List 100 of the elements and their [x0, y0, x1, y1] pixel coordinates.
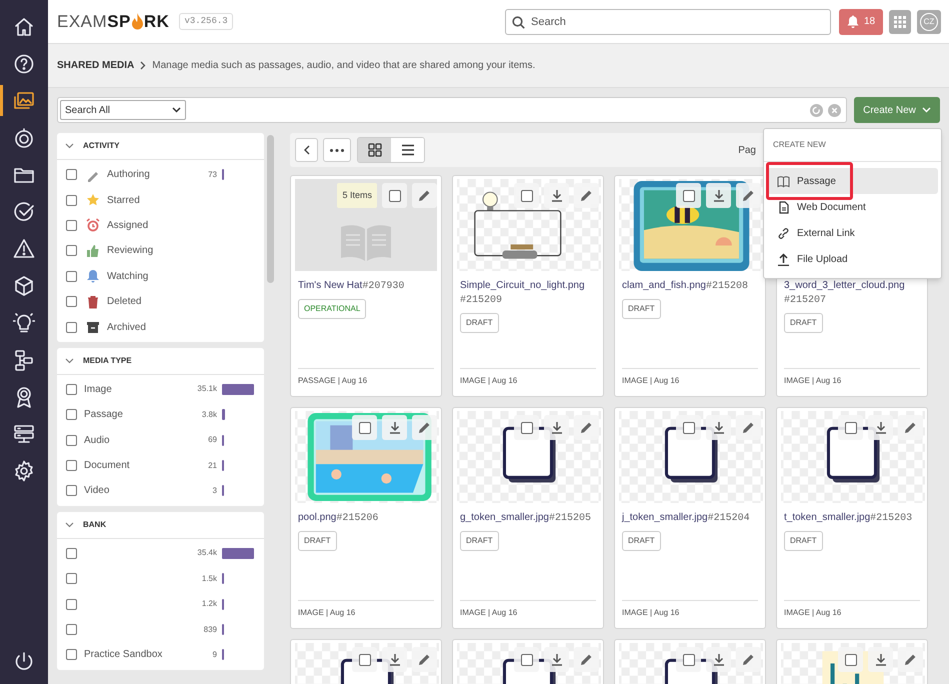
edit-button[interactable] — [898, 415, 923, 440]
download-button[interactable] — [868, 415, 893, 440]
media-card[interactable]: clam_and_fish.png#215208 DRAFT IMAGE | Aug 16 — [614, 175, 766, 397]
checkbox[interactable] — [66, 194, 77, 206]
checkbox[interactable] — [520, 422, 532, 434]
checkbox[interactable] — [844, 422, 856, 434]
media-card[interactable]: g_token_smaller.jpg#215205 DRAFT IMAGE | Aug 16 — [452, 407, 604, 629]
media-title[interactable]: clam_and_fish.png#215208 — [615, 279, 765, 294]
filter-label[interactable]: Deleted — [107, 294, 142, 310]
checkbox[interactable] — [358, 654, 370, 666]
filter-label[interactable]: Archived — [107, 320, 146, 335]
checkbox[interactable] — [66, 460, 77, 472]
edit-button[interactable] — [574, 647, 599, 672]
filter-label[interactable]: Document — [84, 458, 130, 474]
section-header[interactable]: ACTIVITY — [57, 133, 264, 160]
edit-button[interactable] — [898, 647, 923, 672]
media-title[interactable]: j_token_smaller.jpg#215204 — [615, 511, 765, 526]
scrollbar-thumb[interactable] — [267, 135, 274, 283]
checkbox[interactable] — [520, 654, 532, 666]
items-badge: 5 Items — [337, 183, 377, 208]
checkbox[interactable] — [358, 422, 370, 434]
download-button[interactable] — [382, 647, 407, 672]
filter-label[interactable]: Image — [84, 382, 112, 397]
media-title[interactable]: g_token_smaller.jpg#215205 — [453, 511, 603, 526]
edit-button[interactable] — [412, 647, 437, 672]
back-button[interactable] — [295, 138, 318, 162]
media-card[interactable]: j_token_smaller.jpg#215204 DRAFT IMAGE | Aug 16 — [614, 407, 766, 629]
media-card[interactable]: pool.png#215206 DRAFT IMAGE | Aug 16 — [290, 407, 442, 629]
checkbox[interactable] — [66, 220, 77, 231]
edit-button[interactable] — [574, 183, 599, 208]
section-header[interactable]: BANK — [57, 512, 264, 539]
media-title[interactable]: Tim's New Hat#207930 — [291, 279, 441, 294]
edit-button[interactable] — [412, 183, 437, 208]
edit-button[interactable] — [736, 183, 761, 208]
version-label: v3.256.3 — [179, 12, 233, 30]
checkbox[interactable] — [66, 649, 77, 660]
checkbox[interactable] — [66, 270, 77, 282]
count-bar — [222, 548, 254, 559]
server-icon — [13, 422, 35, 444]
checkbox[interactable] — [66, 296, 77, 308]
filter-label[interactable]: Audio — [84, 432, 110, 448]
media-title[interactable]: t_token_smaller.jpg#215203 — [777, 511, 927, 526]
menu-item[interactable]: Passage — [767, 168, 938, 194]
filter-label[interactable]: Video — [84, 483, 110, 498]
checkbox[interactable] — [682, 422, 694, 434]
media-meta: IMAGE | Aug 16 — [622, 368, 758, 396]
scope-select[interactable]: Search All — [60, 100, 186, 120]
download-button[interactable] — [382, 415, 407, 440]
checkbox[interactable] — [682, 654, 694, 666]
list-view-button[interactable] — [391, 138, 424, 162]
download-button[interactable] — [868, 647, 893, 672]
search-all-field[interactable]: Search All — [57, 97, 847, 123]
checkbox[interactable] — [66, 548, 77, 559]
download-button[interactable] — [706, 415, 731, 440]
filter-label[interactable]: Watching — [107, 268, 148, 284]
download-button[interactable] — [544, 647, 569, 672]
download-button[interactable] — [706, 647, 731, 672]
search-field[interactable]: Search — [505, 8, 831, 34]
checkbox[interactable] — [66, 169, 77, 180]
edit-button[interactable] — [736, 647, 761, 672]
download-button[interactable] — [544, 183, 569, 208]
checkbox[interactable] — [388, 190, 400, 202]
media-card[interactable]: Simple_Circuit_no_light.png #215209 DRAFT IMAGE | Aug 16 — [452, 175, 604, 397]
filter-label[interactable]: Reviewing — [107, 243, 154, 258]
checkbox[interactable] — [66, 573, 77, 584]
more-button[interactable] — [323, 138, 351, 162]
filter-label[interactable]: Practice Sandbox — [84, 647, 162, 662]
download-button[interactable] — [544, 415, 569, 440]
checkbox[interactable] — [682, 190, 694, 202]
media-title[interactable]: Simple_Circuit_no_light.png #215209 — [453, 279, 603, 308]
filter-label[interactable]: Passage — [84, 407, 123, 422]
filter-label[interactable]: Starred — [107, 192, 140, 208]
page-description: Manage media such as passages, audio, and video that are shared among your items. — [152, 59, 536, 73]
checkbox[interactable] — [66, 322, 77, 333]
checkbox[interactable] — [520, 190, 532, 202]
checkbox[interactable] — [66, 624, 77, 636]
download-button[interactable] — [706, 183, 731, 208]
edit-button[interactable] — [574, 415, 599, 440]
checkbox[interactable] — [844, 654, 856, 666]
edit-button[interactable] — [736, 415, 761, 440]
checkbox[interactable] — [66, 245, 77, 256]
media-title[interactable]: pool.png#215206 — [291, 511, 441, 526]
pencil-icon — [904, 421, 917, 434]
checkbox[interactable] — [66, 598, 77, 610]
media-card[interactable]: 5 Items Tim's New Hat#207930 OPERATIONAL PASSAGE | Aug 16 — [290, 175, 442, 397]
filter-label[interactable]: Assigned — [107, 218, 148, 233]
section-header[interactable]: MEDIA TYPE — [57, 348, 264, 375]
checkbox[interactable] — [66, 384, 77, 395]
status-tag: DRAFT — [622, 299, 661, 319]
breadcrumb-section[interactable]: SHARED MEDIA — [57, 58, 134, 73]
filter-label[interactable]: Authoring — [107, 167, 150, 182]
media-title[interactable]: 3_word_3_letter_cloud.png #215207 — [777, 279, 927, 308]
create-new-button[interactable]: Create New — [854, 97, 940, 123]
status-tag: DRAFT — [460, 531, 499, 551]
grid-view-button[interactable] — [358, 138, 391, 162]
edit-button[interactable] — [412, 415, 437, 440]
checkbox[interactable] — [66, 485, 77, 496]
checkbox[interactable] — [66, 409, 77, 420]
media-card[interactable]: t_token_smaller.jpg#215203 DRAFT IMAGE | Aug 16 — [776, 407, 928, 629]
checkbox[interactable] — [66, 434, 77, 446]
